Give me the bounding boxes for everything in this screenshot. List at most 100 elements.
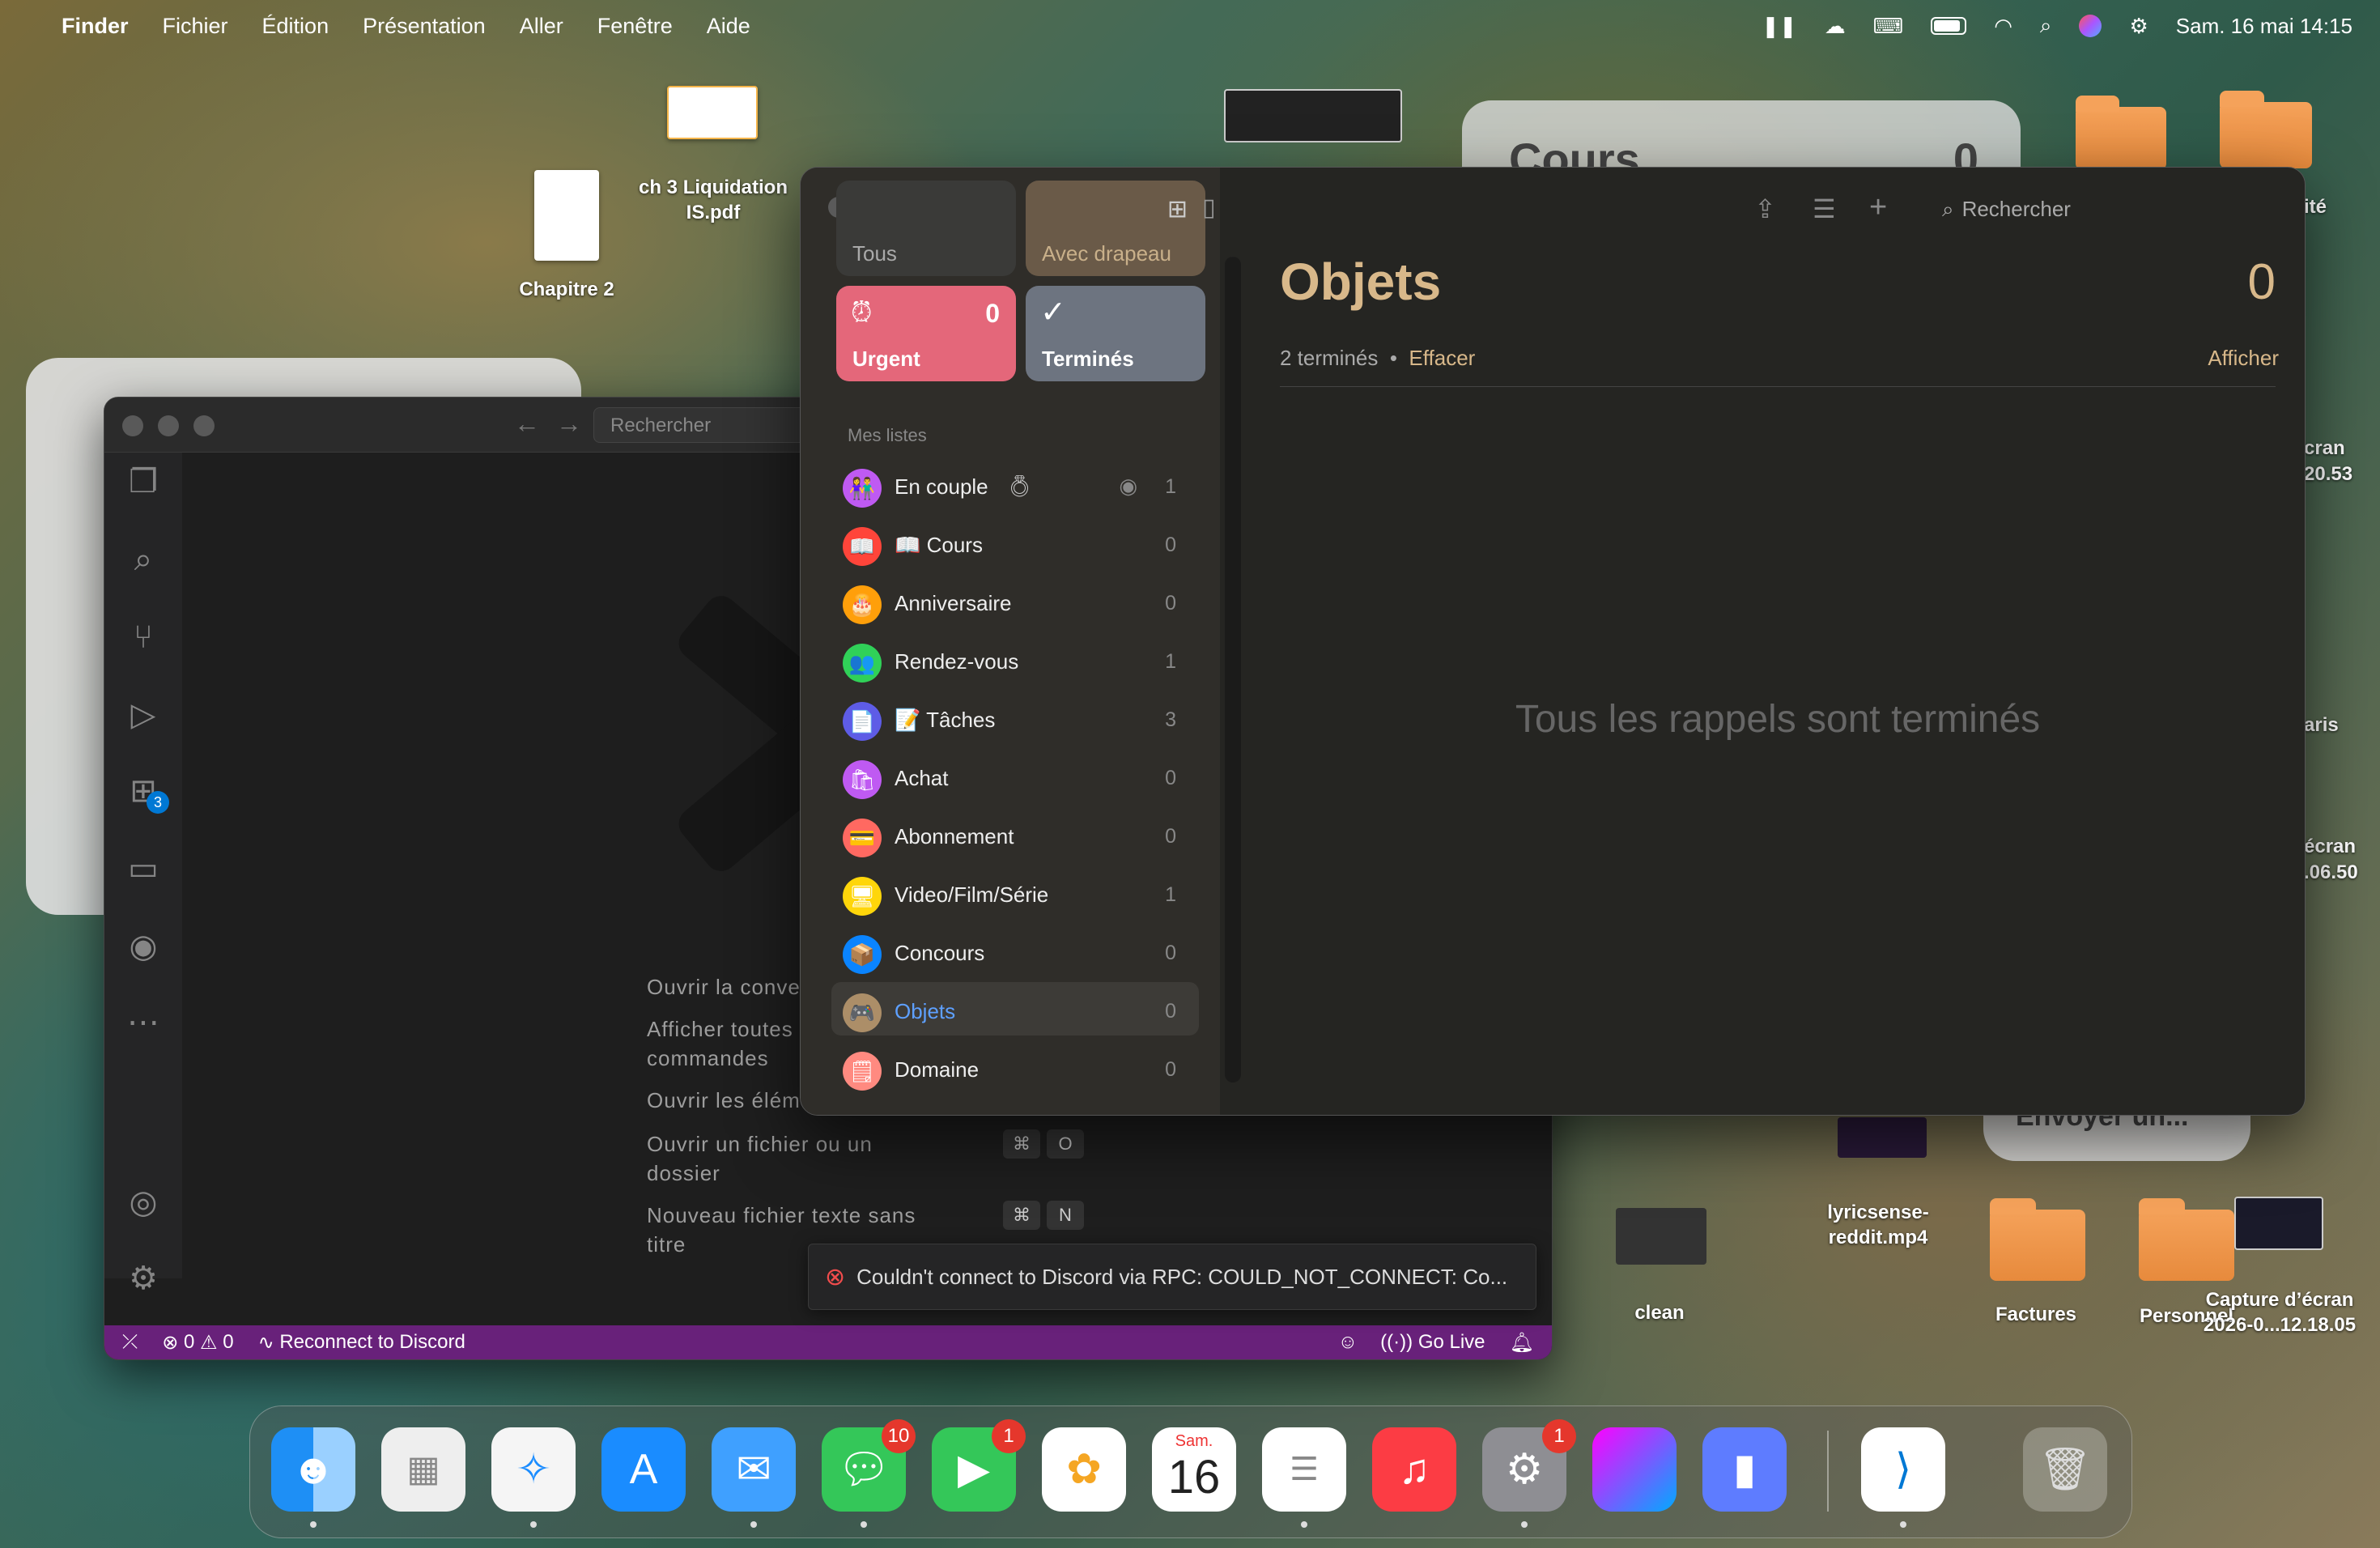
menu-aller[interactable]: Aller <box>520 14 563 39</box>
github-icon[interactable]: ◉ <box>122 925 164 968</box>
tile-urgent[interactable]: ⏰︎ 0 Urgent <box>836 286 1016 381</box>
search-icon[interactable]: ⌕ <box>122 538 164 580</box>
desktop-label[interactable]: Capture d’écran 2026-0...12.18.05 <box>2191 1287 2369 1337</box>
safari-icon[interactable]: ✧ <box>491 1427 576 1528</box>
list-item-en-couple[interactable]: 👫 En couple 💍︎ ◉ 1 <box>831 457 1199 511</box>
settings-gear-icon[interactable]: ⚙ <box>122 1257 164 1299</box>
personnel-folder-icon[interactable] <box>2139 1198 2234 1281</box>
broadcast-icon[interactable]: ((·)) <box>1380 1331 1418 1354</box>
reminders-search[interactable]: ⌕ Rechercher <box>1942 190 2282 228</box>
mail-icon[interactable]: ✉ <box>712 1427 796 1528</box>
show-completed-button[interactable]: Afficher <box>2208 346 2279 371</box>
list-item-objets[interactable]: 🎮 Objets 0 <box>831 982 1199 1036</box>
menu-app[interactable]: Finder <box>62 14 129 39</box>
siri-app-icon[interactable] <box>1592 1427 1677 1512</box>
list-item-abonnement[interactable]: 💳 Abonnement 0 <box>831 807 1199 861</box>
forward-arrow-icon[interactable]: → <box>556 409 582 439</box>
desktop-label[interactable]: .06.50 <box>2304 860 2369 885</box>
go-live[interactable]: Go Live <box>1418 1331 1485 1354</box>
desktop-label[interactable]: 20.53 <box>2304 461 2361 487</box>
clear-button[interactable]: Effacer <box>1409 346 1475 370</box>
pdf-thumbnail[interactable] <box>667 86 758 139</box>
system-settings-icon[interactable]: ⚙ 1 <box>1482 1419 1576 1528</box>
minimize-button[interactable] <box>158 415 179 436</box>
reminders-icon[interactable]: ☰ <box>1262 1427 1346 1528</box>
desktop-label[interactable]: clean <box>1603 1300 1716 1325</box>
warnings-count[interactable]: 0 <box>223 1331 233 1354</box>
control-center-icon[interactable]: ⚙ <box>2129 14 2148 39</box>
zoom-button[interactable] <box>193 415 215 436</box>
siri-icon[interactable] <box>2079 15 2102 37</box>
clock[interactable]: Sam. 16 mai 14:15 <box>2176 14 2352 39</box>
list-item-anniversaire[interactable]: 🎂 Anniversaire 0 <box>831 574 1199 627</box>
messages-icon[interactable]: 💬︎ 10 <box>822 1419 916 1528</box>
shortcut-label[interactable]: titre <box>647 1230 686 1259</box>
errors-count[interactable]: 0 <box>184 1331 194 1354</box>
menu-edition[interactable]: Édition <box>262 14 329 39</box>
copilot-icon[interactable]: ☺ <box>1338 1331 1358 1354</box>
app-store-icon[interactable]: A <box>601 1427 686 1512</box>
simulator-icon[interactable]: ▮ <box>1702 1427 1787 1512</box>
screenshot-thumb[interactable] <box>1224 89 1402 142</box>
shortcut-label[interactable]: Ouvrir la conve <box>647 972 801 1002</box>
more-icon[interactable]: ⋯ <box>122 1002 164 1044</box>
list-item-concours[interactable]: 📦 Concours 0 <box>831 924 1199 977</box>
desktop-file-label[interactable]: ch 3 Liquidation IS.pdf <box>628 175 798 225</box>
pause-icon[interactable]: ❚❚ <box>1762 14 1797 39</box>
tile-avec-drapeau[interactable]: ⊞ Avec drapeau <box>1026 181 1205 276</box>
trash-icon[interactable]: 🗑︎ <box>2023 1427 2107 1512</box>
explorer-icon[interactable]: ❐ <box>122 461 164 503</box>
shortcut-label[interactable]: commandes <box>647 1044 769 1073</box>
back-arrow-icon[interactable]: ← <box>514 409 540 439</box>
run-debug-icon[interactable]: ▷ <box>122 694 164 736</box>
finder-icon[interactable]: ☻ <box>271 1427 355 1528</box>
list-item-achat[interactable]: 🛍 Achat 0 <box>831 749 1199 802</box>
folder-icon[interactable] <box>2220 91 2312 168</box>
desktop-label[interactable]: Factures <box>1975 1302 2097 1327</box>
list-item-cours[interactable]: 📖 📖 Cours 0 <box>831 516 1199 569</box>
desktop-label[interactable]: aris <box>2304 712 2361 738</box>
desktop-label[interactable]: écran <box>2304 834 2369 859</box>
calendar-icon[interactable]: Sam. 16 <box>1152 1427 1236 1512</box>
folder-icon[interactable] <box>2076 96 2166 170</box>
menu-aide[interactable]: Aide <box>707 14 750 39</box>
list-item-video[interactable]: 🖥 Video/Film/Série 1 <box>831 865 1199 919</box>
sort-options-icon[interactable]: ☰ <box>1813 194 1836 224</box>
share-icon[interactable]: ⇪ <box>1754 194 1776 224</box>
activity-icon[interactable]: ∿ <box>258 1331 280 1354</box>
clean-thumbnail[interactable] <box>1616 1208 1706 1265</box>
sidebar-toggle-icon[interactable]: ▯ <box>1202 194 1216 222</box>
shortcut-label[interactable]: Afficher toutes <box>647 1014 793 1044</box>
photos-icon[interactable]: ✿ <box>1042 1427 1126 1512</box>
list-item-rendez-vous[interactable]: 👥 Rendez-vous 1 <box>831 632 1199 686</box>
facetime-icon[interactable]: ▶ 1 <box>932 1419 1026 1512</box>
list-item-taches[interactable]: 📄 📝 Tâches 3 <box>831 691 1199 744</box>
music-icon[interactable]: ♫ <box>1372 1427 1456 1512</box>
shortcut-label[interactable]: Ouvrir un fichier ou un <box>647 1129 873 1159</box>
tile-tous[interactable]: Tous <box>836 181 1016 276</box>
menu-fenetre[interactable]: Fenêtre <box>597 14 673 39</box>
warnings-icon[interactable]: ⚠ <box>194 1331 223 1354</box>
desktop-file-label[interactable]: Chapitre 2 <box>494 277 640 302</box>
shortcut-label[interactable]: Nouveau fichier texte sans <box>647 1201 916 1230</box>
lyricsense-thumbnail[interactable] <box>1838 1117 1927 1158</box>
tile-termines[interactable]: ✓ Terminés <box>1026 286 1205 381</box>
capture-thumbnail[interactable] <box>2234 1197 2323 1250</box>
factures-folder-icon[interactable] <box>1990 1198 2085 1281</box>
chapitre2-thumbnail[interactable] <box>534 170 599 261</box>
menu-presentation[interactable]: Présentation <box>363 14 486 39</box>
remote-explorer-icon[interactable]: ▭ <box>122 848 164 890</box>
account-icon[interactable]: ◎ <box>122 1181 164 1223</box>
discord-reconnect[interactable]: Reconnect to Discord <box>279 1331 465 1354</box>
discord-notification[interactable]: ⊗ Couldn't connect to Discord via RPC: C… <box>808 1244 1536 1310</box>
errors-icon[interactable]: ⊗ <box>162 1331 184 1354</box>
list-item-domaine[interactable]: 🗒 Domaine 0 <box>831 1040 1199 1094</box>
wifi-icon[interactable]: ◠ <box>1994 14 2012 39</box>
vscode-icon[interactable]: ⟩ <box>1861 1427 1945 1528</box>
shortcut-label[interactable]: Ouvrir les éléme <box>647 1086 813 1115</box>
spotlight-icon[interactable]: ⌕ <box>2040 13 2052 39</box>
source-control-icon[interactable]: ⑂ <box>122 616 164 658</box>
bell-icon[interactable]: 🔔︎ <box>1510 1331 1534 1354</box>
cloud-icon[interactable]: ☁ <box>1825 14 1846 39</box>
menu-fichier[interactable]: Fichier <box>163 14 228 39</box>
